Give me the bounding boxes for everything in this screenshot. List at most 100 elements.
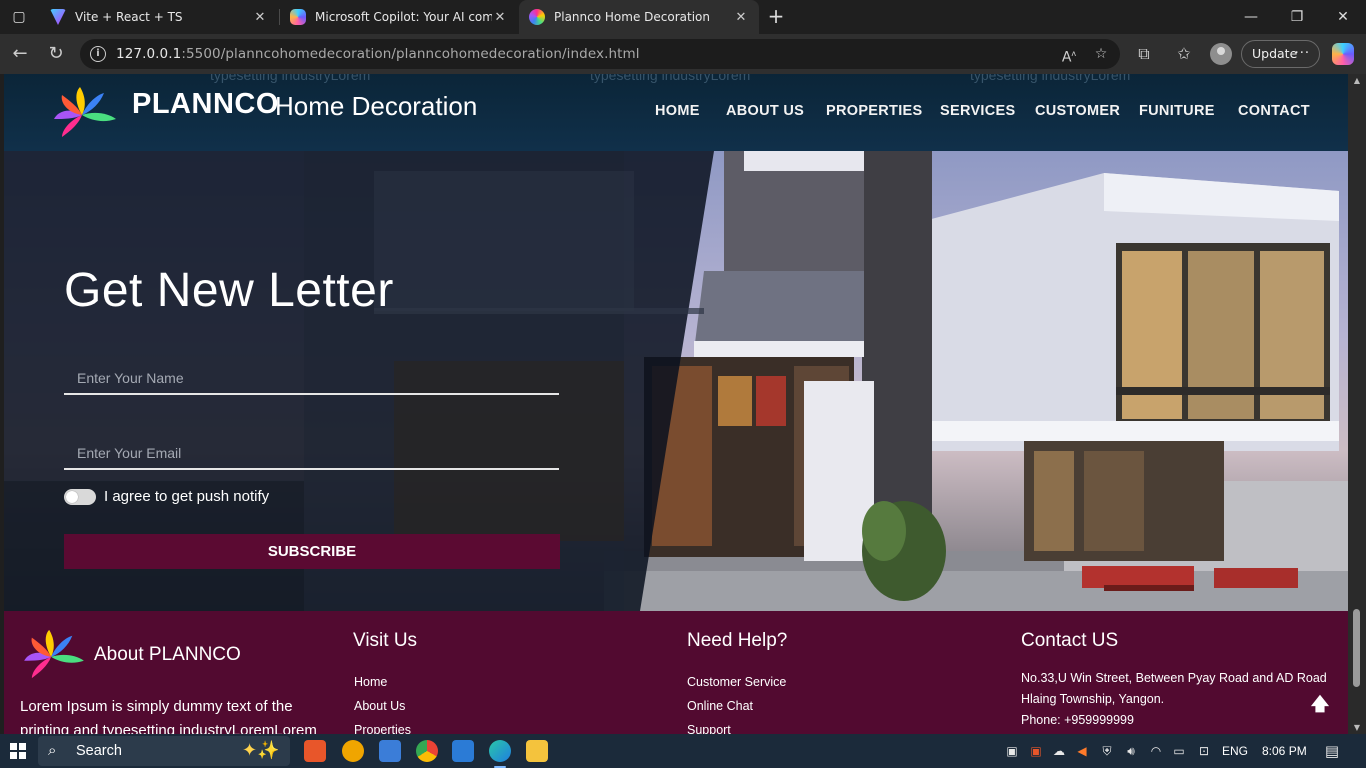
newsletter-hero: Get New Letter I agree to get push notif… <box>4 151 1348 611</box>
favorites-icon[interactable]: ✩ <box>1172 42 1196 66</box>
page-scrollbar[interactable]: ▲ ▼ <box>1348 74 1366 734</box>
read-aloud-icon[interactable]: Aʌ <box>1058 43 1080 69</box>
app-vscode-icon[interactable] <box>452 740 474 762</box>
scroll-to-top-icon[interactable]: 🡅 <box>1309 693 1331 715</box>
refresh-icon[interactable]: ↻ <box>44 42 68 66</box>
favorite-star-icon[interactable]: ☆ <box>1090 43 1112 65</box>
footer-link-customer-service[interactable]: Customer Service <box>687 675 786 689</box>
footer-link-properties[interactable]: Properties <box>354 723 411 734</box>
browser-toolbar: ← ↻ i 127.0.0.1:5500/planncohomedecorati… <box>0 34 1366 74</box>
tab-label: Microsoft Copilot: Your AI compa <box>315 10 492 24</box>
footer-link-support[interactable]: Support <box>687 723 731 734</box>
windows-taskbar: ⌕ Search ✦✨ ▣ ▣ ☁ ◀ ⛨ 🔊︎ ◠ ▭ ⊡ ENG 8:06 … <box>0 734 1366 768</box>
footer-link-home[interactable]: Home <box>354 675 387 689</box>
site-header: typesetting industryLorem typesetting in… <box>4 74 1348 151</box>
email-input[interactable] <box>64 438 559 470</box>
app-file-explorer-icon[interactable] <box>526 740 548 762</box>
tray-vlc-icon[interactable]: ◀ <box>1073 743 1091 759</box>
minimize-icon[interactable]: — <box>1228 0 1274 34</box>
search-label: Search <box>76 743 122 759</box>
app-xampp-icon[interactable] <box>304 740 326 762</box>
close-icon[interactable]: ✕ <box>492 10 508 25</box>
brand-subtitle: Home Decoration <box>275 91 478 121</box>
tab-actions-icon[interactable]: ▢ <box>8 7 30 27</box>
nav-customer[interactable]: CUSTOMER <box>1035 103 1120 119</box>
name-input[interactable] <box>64 363 559 395</box>
windows-start-icon[interactable] <box>10 743 26 759</box>
tab-plannco[interactable]: Plannco Home Decoration ✕ <box>519 0 759 34</box>
close-icon[interactable]: ✕ <box>252 10 268 25</box>
url-text: 127.0.0.1:5500/planncohomedecoration/pla… <box>116 46 640 62</box>
tab-label: Plannco Home Decoration <box>554 10 710 24</box>
search-icon: ⌕ <box>48 741 57 759</box>
new-tab-icon[interactable]: + <box>765 4 787 28</box>
restore-icon[interactable]: ❐ <box>1274 0 1320 34</box>
ghost-text: typesetting industryLorem <box>590 74 751 83</box>
tray-security-icon[interactable]: ⛨ <box>1098 743 1116 759</box>
footer-visit-title: Visit Us <box>353 630 418 651</box>
plannco-logo-icon <box>529 9 545 25</box>
nav-funiture[interactable]: FUNITURE <box>1139 103 1215 119</box>
nav-about-us[interactable]: ABOUT US <box>726 103 804 119</box>
tray-onedrive-icon[interactable]: ☁ <box>1050 743 1068 759</box>
update-button[interactable]: Update ··· <box>1241 40 1320 68</box>
tray-wifi-icon[interactable]: ◠ <box>1147 743 1165 759</box>
vite-icon <box>50 9 66 25</box>
app-edge-icon[interactable] <box>489 740 511 768</box>
site-info-icon[interactable]: i <box>90 46 106 62</box>
copilot-icon <box>290 9 306 25</box>
footer-about-title: About PLANNCO <box>94 644 241 665</box>
tray-xampp-icon[interactable]: ▣ <box>1027 743 1045 759</box>
address-bar[interactable]: i 127.0.0.1:5500/planncohomedecoration/p… <box>80 39 1120 69</box>
extensions-icon[interactable]: ⧉ <box>1132 42 1156 66</box>
copilot-sidebar-icon[interactable] <box>1332 43 1354 65</box>
close-icon[interactable]: ✕ <box>733 10 749 25</box>
tray-language[interactable]: ENG <box>1222 744 1248 758</box>
plannco-logo-icon[interactable] <box>52 85 118 139</box>
footer-link-about-us[interactable]: About Us <box>354 699 405 713</box>
tray-battery-icon[interactable]: ▭ <box>1170 743 1188 759</box>
brand-name[interactable]: PLANNCO <box>132 88 279 121</box>
tab-label: Vite + React + TS <box>75 10 183 24</box>
footer-about-text: Lorem Ipsum is simply dummy text of the … <box>20 698 317 734</box>
tray-volume-icon[interactable]: 🔊︎ <box>1122 743 1140 759</box>
tray-clock[interactable]: 8:06 PM <box>1262 744 1307 758</box>
push-notify-toggle[interactable] <box>64 489 96 505</box>
nav-contact[interactable]: CONTACT <box>1238 103 1310 119</box>
back-arrow-icon[interactable]: ← <box>8 42 32 66</box>
browser-tab-bar: ▢ Vite + React + TS ✕ Microsoft Copilot:… <box>0 0 1366 34</box>
footer-phone: Phone: +959999999 <box>1021 713 1134 727</box>
scrollbar-thumb[interactable] <box>1353 609 1360 687</box>
notifications-icon[interactable]: ▤ <box>1323 743 1341 759</box>
url-path: :5500/planncohomedecoration/planncohomed… <box>181 46 640 62</box>
profile-avatar[interactable] <box>1210 43 1232 65</box>
nav-services[interactable]: SERVICES <box>940 103 1015 119</box>
more-options-icon[interactable]: ··· <box>1295 41 1310 67</box>
footer-link-online-chat[interactable]: Online Chat <box>687 699 753 713</box>
app-filezilla-icon[interactable] <box>342 740 364 762</box>
tab-vite[interactable]: Vite + React + TS ✕ <box>40 0 278 34</box>
app-chrome-icon[interactable] <box>416 740 438 762</box>
ghost-text: typesetting industryLorem <box>210 74 371 83</box>
footer-help-title: Need Help? <box>687 630 788 651</box>
agree-label: I agree to get push notify <box>104 488 270 505</box>
taskbar-search[interactable]: ⌕ Search ✦✨ <box>38 736 290 766</box>
footer-contact-title: Contact US <box>1021 630 1119 651</box>
tab-copilot[interactable]: Microsoft Copilot: Your AI compa ✕ <box>280 0 518 34</box>
search-highlight-icon: ✦✨ <box>242 740 280 761</box>
url-host: 127.0.0.1 <box>116 46 182 62</box>
nav-properties[interactable]: PROPERTIES <box>826 103 922 119</box>
scroll-down-icon[interactable]: ▼ <box>1348 723 1366 732</box>
newsletter-title: Get New Letter <box>64 264 394 317</box>
update-label: Update <box>1252 46 1298 61</box>
scroll-up-icon[interactable]: ▲ <box>1348 76 1366 85</box>
ghost-text: typesetting industryLorem <box>970 74 1131 83</box>
tray-display-icon[interactable]: ⊡ <box>1195 743 1213 759</box>
window-close-icon[interactable]: ✕ <box>1320 0 1366 34</box>
subscribe-button[interactable]: SUBSCRIBE <box>64 534 560 569</box>
site-footer: About PLANNCO Lorem Ipsum is simply dumm… <box>4 611 1348 734</box>
page-viewport: typesetting industryLorem typesetting in… <box>4 74 1348 734</box>
nav-home[interactable]: HOME <box>655 103 700 119</box>
app-monitor-icon[interactable] <box>379 740 401 762</box>
tray-network-app-icon[interactable]: ▣ <box>1003 743 1021 759</box>
